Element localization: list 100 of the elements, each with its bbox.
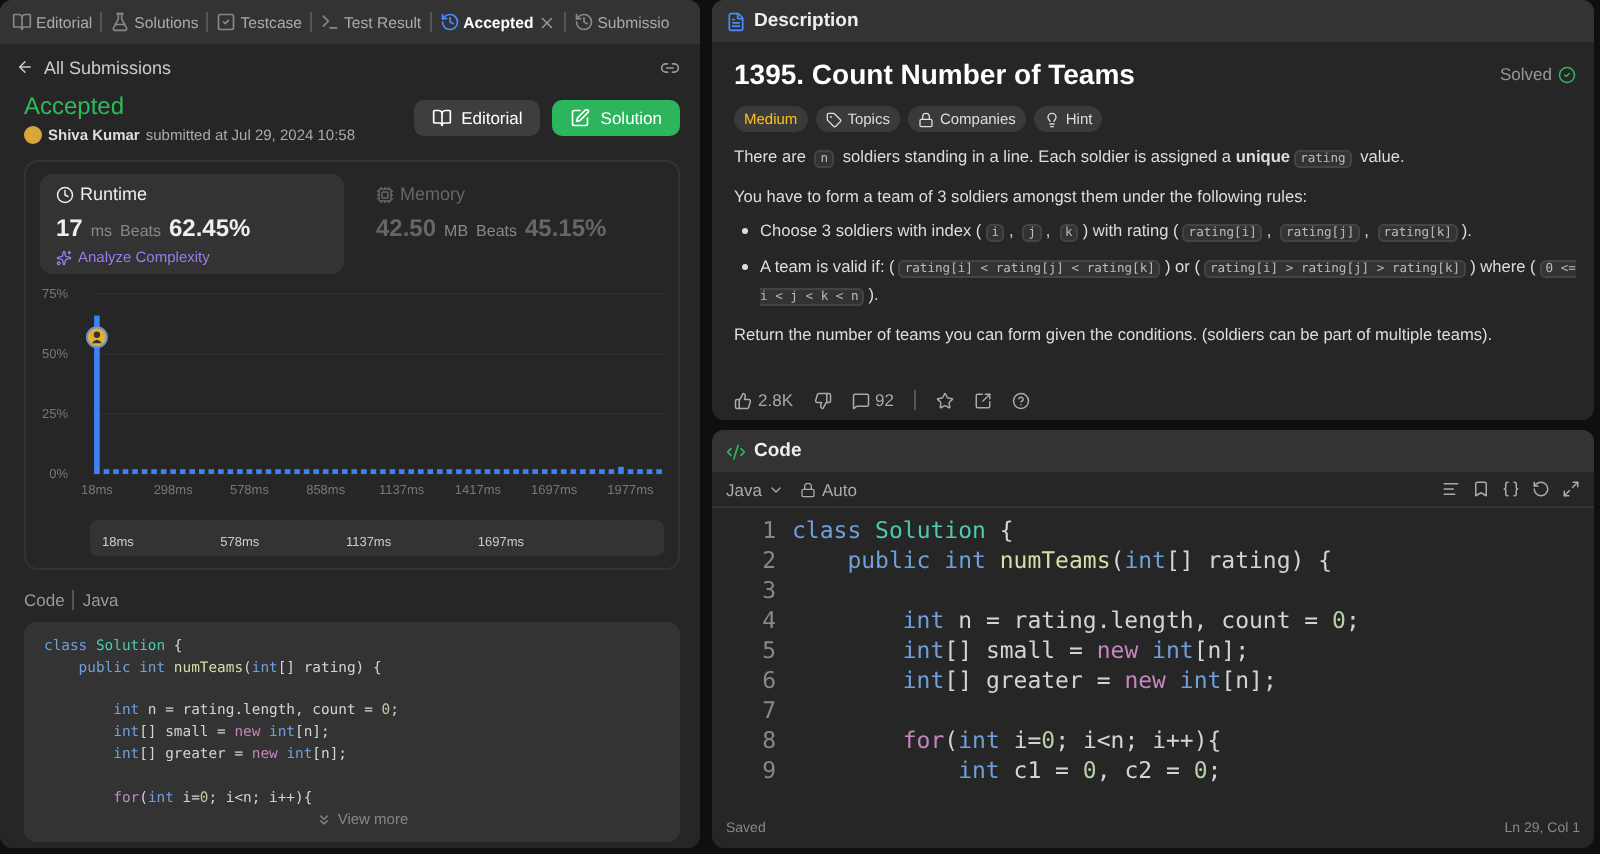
chart-bar <box>303 469 310 474</box>
document-icon <box>726 11 746 31</box>
line-number: 3 <box>760 576 776 606</box>
chart-bar <box>237 469 243 474</box>
panel-title[interactable]: Description <box>754 10 859 32</box>
language-dropdown[interactable]: Java <box>726 479 784 499</box>
chart-bar <box>227 469 234 474</box>
chart-bar <box>122 469 129 474</box>
comment-icon <box>851 391 869 409</box>
tab-icon <box>216 12 237 32</box>
code-line: int[] greater = new int[n]; <box>900 666 1279 696</box>
chart-bar <box>246 469 253 474</box>
code-icon <box>726 441 746 461</box>
reset-icon[interactable] <box>1532 480 1550 498</box>
chart-bar <box>475 469 481 474</box>
chart-bar <box>599 469 605 474</box>
chart-bar <box>513 469 519 474</box>
chart-bar <box>160 469 167 474</box>
chart-bar <box>380 469 386 474</box>
braces-icon[interactable] <box>1502 480 1520 498</box>
chart-bar <box>627 469 634 474</box>
code-label: Code <box>24 590 65 610</box>
close-icon[interactable] <box>537 13 556 31</box>
chart-bar <box>132 469 138 474</box>
chart-bar <box>179 469 186 474</box>
chart-bar <box>484 469 491 474</box>
back-arrow-icon <box>16 58 34 76</box>
avatar <box>24 126 42 144</box>
line-number: 5 <box>760 636 776 666</box>
line-number: 8 <box>760 726 776 756</box>
chart-bar <box>170 469 176 474</box>
metric-title: Memory <box>400 184 466 204</box>
chart-bar <box>580 469 586 474</box>
book-icon <box>431 108 452 128</box>
expand-icon[interactable] <box>1562 480 1580 498</box>
metric-tile[interactable]: Memory 42.50 MB Beats 45.15% <box>360 174 664 274</box>
bullet-icon <box>742 264 748 270</box>
paragraph: Return the number of teams you can form given the conditions. (soldiers can be part of multiple teams). <box>734 322 1495 348</box>
line-number: 9 <box>760 756 776 786</box>
beats-value: 62.45% <box>169 214 251 242</box>
edit-icon <box>570 108 591 128</box>
chart-bar <box>284 469 291 474</box>
line-number: 1 <box>760 516 776 546</box>
code-line: public int numTeams(int[] rating) { <box>845 546 1335 576</box>
chart-bar <box>618 466 624 474</box>
chart-bar <box>589 469 596 474</box>
chart-bar <box>494 469 500 474</box>
metric-unit: MB <box>444 222 469 240</box>
thumbs-down-icon[interactable] <box>813 391 831 409</box>
format-icon[interactable] <box>1442 480 1460 498</box>
code-line: for(int i=0; i<n; i++){ <box>900 726 1224 756</box>
auto-mode-label[interactable]: Auto <box>799 479 857 499</box>
chart-bar <box>351 469 358 474</box>
share-icon[interactable] <box>973 391 992 409</box>
line-number: 7 <box>760 696 776 726</box>
chart-bar <box>151 469 157 474</box>
chart-bar <box>608 469 615 474</box>
chart-bar <box>532 469 538 474</box>
comments-button[interactable]: 92 <box>851 390 894 410</box>
chart-bar <box>370 469 377 474</box>
chart-bar <box>313 469 319 474</box>
chart-bar <box>361 469 367 474</box>
chart-bar <box>656 469 662 474</box>
tab-icon <box>320 12 341 32</box>
chart-bar <box>465 469 472 474</box>
code-line: int c1 = 0, c2 = 0; <box>956 756 1224 786</box>
code-line: int n = rating.length, count = 0; <box>900 606 1360 636</box>
avatar-marker-icon <box>85 326 108 349</box>
like-button[interactable]: 2.8K <box>734 390 793 410</box>
chart-bar <box>208 469 215 474</box>
chart-bar <box>275 469 281 474</box>
solved-label: Solved <box>1500 64 1552 84</box>
star-icon[interactable] <box>935 391 954 409</box>
bullet-icon <box>742 228 748 234</box>
beats-value: 45.15% <box>525 214 607 242</box>
metric-value: 42.50 <box>376 214 437 242</box>
paragraph: You have to form a team of 3 soldiers amongst them under the following rules: <box>734 184 1310 210</box>
chart-bar <box>141 469 148 474</box>
sparkle-icon <box>56 249 72 265</box>
chart-bar <box>256 469 262 474</box>
tab-icon <box>110 12 131 32</box>
back-link[interactable]: All Submissions <box>16 57 172 77</box>
beats-label: Beats <box>476 222 517 240</box>
chart-bar <box>446 469 453 474</box>
tab-icon <box>439 12 460 32</box>
help-icon[interactable] <box>1011 391 1030 409</box>
chart-bar <box>294 469 300 474</box>
lock-icon <box>799 481 816 497</box>
chart-bar <box>427 469 434 474</box>
chevrons-down-icon <box>315 811 332 828</box>
chart-bar <box>646 469 653 474</box>
beats-label: Beats <box>120 222 161 240</box>
problem-title: 1395. Count Number of Teams <box>734 58 1135 90</box>
editorial-button[interactable]: Editorial <box>413 100 541 136</box>
chart-bar <box>522 469 529 474</box>
panel-title[interactable]: Code <box>754 440 802 462</box>
chart-bar <box>503 469 510 474</box>
tab-icon <box>12 12 32 32</box>
bookmark-icon[interactable] <box>1472 480 1490 498</box>
link-icon[interactable] <box>660 57 680 77</box>
